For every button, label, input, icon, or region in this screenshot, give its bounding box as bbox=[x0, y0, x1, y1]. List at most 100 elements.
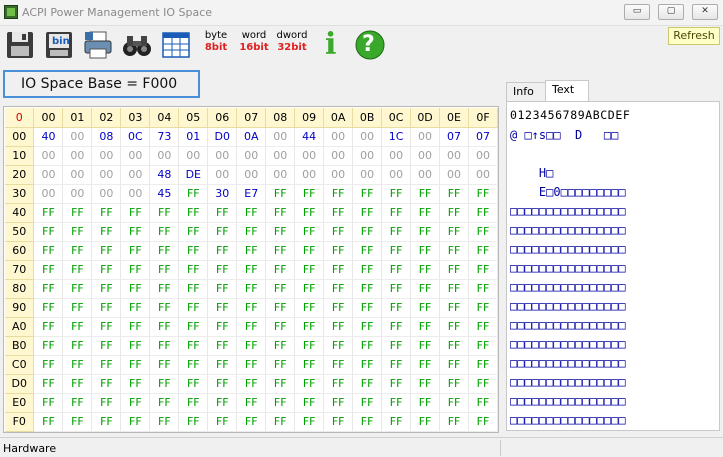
hex-cell[interactable]: FF bbox=[410, 336, 441, 356]
hex-cell[interactable]: FF bbox=[265, 203, 296, 223]
hex-cell[interactable]: FF bbox=[33, 374, 64, 394]
hex-cell[interactable]: FF bbox=[62, 203, 93, 223]
hex-cell[interactable]: FF bbox=[323, 374, 354, 394]
hex-cell[interactable]: FF bbox=[178, 412, 209, 432]
hex-cell[interactable]: 00 bbox=[91, 146, 122, 166]
hex-cell[interactable]: FF bbox=[294, 412, 325, 432]
hex-cell[interactable]: FF bbox=[352, 336, 383, 356]
hex-cell[interactable]: FF bbox=[352, 298, 383, 318]
hex-cell[interactable]: FF bbox=[265, 260, 296, 280]
hex-cell[interactable]: FF bbox=[439, 393, 469, 413]
hex-cell[interactable]: 00 bbox=[91, 184, 122, 204]
hex-cell[interactable]: FF bbox=[120, 336, 151, 356]
hex-cell[interactable]: FF bbox=[323, 203, 354, 223]
hex-cell[interactable]: 00 bbox=[323, 165, 354, 185]
find-icon[interactable] bbox=[121, 29, 153, 61]
hex-cell[interactable]: FF bbox=[149, 298, 180, 318]
hex-cell[interactable]: FF bbox=[207, 393, 238, 413]
minimize-button[interactable]: ▭ bbox=[624, 4, 650, 20]
close-button[interactable]: ✕ bbox=[692, 4, 718, 20]
hex-cell[interactable]: FF bbox=[468, 260, 498, 280]
hex-cell[interactable]: FF bbox=[323, 298, 354, 318]
hex-cell[interactable]: DE bbox=[178, 165, 209, 185]
hex-cell[interactable]: FF bbox=[33, 393, 64, 413]
hex-cell[interactable]: FF bbox=[352, 317, 383, 337]
maximize-button[interactable]: ▢ bbox=[658, 4, 684, 20]
hex-cell[interactable]: 00 bbox=[381, 165, 412, 185]
hex-cell[interactable]: FF bbox=[236, 355, 267, 375]
hex-cell[interactable]: 00 bbox=[439, 165, 469, 185]
hex-cell[interactable]: FF bbox=[178, 393, 209, 413]
hex-cell[interactable]: FF bbox=[468, 412, 498, 432]
hex-cell[interactable]: FF bbox=[62, 317, 93, 337]
hex-cell[interactable]: FF bbox=[236, 279, 267, 299]
hex-cell[interactable]: FF bbox=[91, 279, 122, 299]
hex-cell[interactable]: 00 bbox=[410, 127, 441, 147]
hex-cell[interactable]: 00 bbox=[178, 146, 209, 166]
hex-cell[interactable]: FF bbox=[323, 279, 354, 299]
hex-cell[interactable]: 08 bbox=[91, 127, 122, 147]
hex-cell[interactable]: FF bbox=[439, 317, 469, 337]
hex-cell[interactable]: 00 bbox=[236, 165, 267, 185]
hex-cell[interactable]: 00 bbox=[33, 146, 64, 166]
hex-cell[interactable]: FF bbox=[352, 222, 383, 242]
hex-cell[interactable]: FF bbox=[468, 298, 498, 318]
print-icon[interactable] bbox=[82, 29, 114, 61]
hex-cell[interactable]: FF bbox=[439, 184, 469, 204]
hex-cell[interactable]: 00 bbox=[468, 146, 498, 166]
hex-cell[interactable]: 00 bbox=[62, 146, 93, 166]
hex-cell[interactable]: FF bbox=[178, 279, 209, 299]
hex-cell[interactable]: 00 bbox=[265, 127, 296, 147]
hex-cell[interactable]: FF bbox=[33, 203, 64, 223]
hex-cell[interactable]: FF bbox=[439, 260, 469, 280]
hex-cell[interactable]: FF bbox=[236, 317, 267, 337]
hex-cell[interactable]: FF bbox=[410, 279, 441, 299]
hex-cell[interactable]: FF bbox=[62, 298, 93, 318]
info-icon[interactable]: i bbox=[316, 27, 348, 62]
hex-cell[interactable]: FF bbox=[410, 241, 441, 261]
hex-cell[interactable]: FF bbox=[439, 355, 469, 375]
hex-cell[interactable]: FF bbox=[265, 184, 296, 204]
hex-cell[interactable]: FF bbox=[236, 412, 267, 432]
dword-mode-button[interactable]: dword 32bit bbox=[275, 30, 309, 60]
hex-cell[interactable]: FF bbox=[323, 336, 354, 356]
hex-cell[interactable]: FF bbox=[439, 336, 469, 356]
hex-cell[interactable]: FF bbox=[265, 374, 296, 394]
hex-cell[interactable]: FF bbox=[439, 222, 469, 242]
hex-cell[interactable]: FF bbox=[352, 412, 383, 432]
hex-cell[interactable]: FF bbox=[381, 203, 412, 223]
hex-cell[interactable]: FF bbox=[207, 260, 238, 280]
hex-cell[interactable]: FF bbox=[265, 393, 296, 413]
hex-cell[interactable]: FF bbox=[120, 355, 151, 375]
hex-cell[interactable]: FF bbox=[265, 355, 296, 375]
hex-cell[interactable]: FF bbox=[468, 184, 498, 204]
hex-cell[interactable]: FF bbox=[236, 374, 267, 394]
hex-cell[interactable]: FF bbox=[62, 336, 93, 356]
hex-cell[interactable]: 00 bbox=[265, 146, 296, 166]
hex-cell[interactable]: FF bbox=[62, 374, 93, 394]
hex-cell[interactable]: FF bbox=[91, 203, 122, 223]
hex-cell[interactable]: 00 bbox=[323, 127, 354, 147]
hex-cell[interactable]: FF bbox=[265, 241, 296, 261]
hex-cell[interactable]: FF bbox=[468, 393, 498, 413]
hex-cell[interactable]: FF bbox=[91, 298, 122, 318]
hex-cell[interactable]: 1C bbox=[381, 127, 412, 147]
hex-cell[interactable]: FF bbox=[265, 336, 296, 356]
hex-cell[interactable]: 00 bbox=[352, 146, 383, 166]
hex-cell[interactable]: 00 bbox=[265, 165, 296, 185]
hex-cell[interactable]: 00 bbox=[62, 127, 93, 147]
hex-cell[interactable]: FF bbox=[178, 203, 209, 223]
hex-cell[interactable]: FF bbox=[33, 241, 64, 261]
hex-cell[interactable]: FF bbox=[468, 203, 498, 223]
hex-cell[interactable]: FF bbox=[410, 317, 441, 337]
hex-cell[interactable]: FF bbox=[149, 374, 180, 394]
help-icon[interactable]: ? bbox=[354, 29, 386, 61]
hex-cell[interactable]: FF bbox=[323, 317, 354, 337]
hex-cell[interactable]: FF bbox=[381, 412, 412, 432]
hex-cell[interactable]: 00 bbox=[410, 146, 441, 166]
hex-cell[interactable]: FF bbox=[468, 222, 498, 242]
hex-cell[interactable]: FF bbox=[294, 279, 325, 299]
hex-cell[interactable]: FF bbox=[91, 412, 122, 432]
hex-cell[interactable]: FF bbox=[236, 241, 267, 261]
hex-cell[interactable]: FF bbox=[120, 222, 151, 242]
